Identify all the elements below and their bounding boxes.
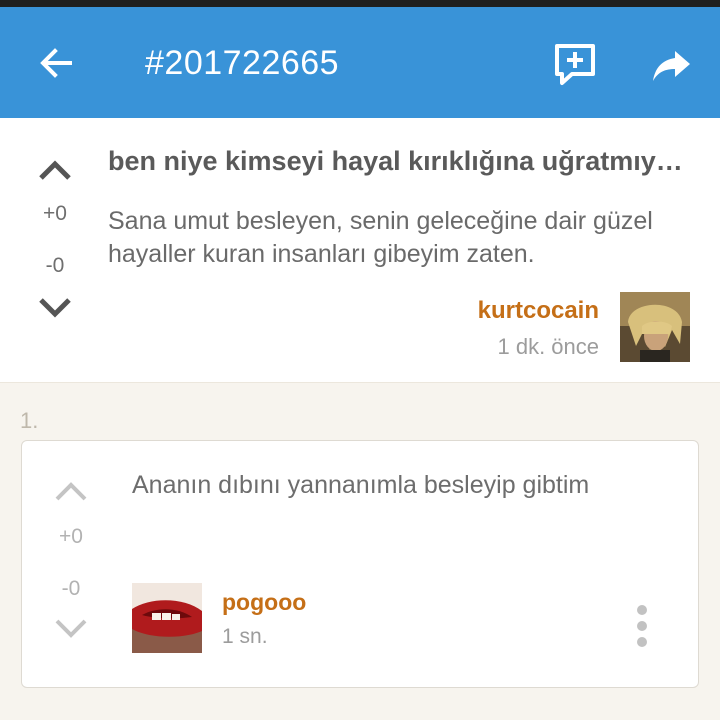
entry-title[interactable]: ben niye kimseyi hayal kırıklığına uğrat… xyxy=(108,146,698,177)
entry-time: 1 dk. önce xyxy=(497,334,599,359)
reply-text: Ananın dıbını yannanımla besleyip gibtim xyxy=(132,471,590,499)
more-vertical-icon[interactable] xyxy=(634,605,650,649)
app-bar: #201722665 xyxy=(0,7,720,118)
downvote-count: -0 xyxy=(61,577,81,600)
more-dot xyxy=(637,621,647,631)
status-bar xyxy=(0,0,720,7)
entry-author[interactable]: kurtcocain xyxy=(478,297,599,325)
share-icon[interactable] xyxy=(650,43,694,87)
entry-vote-column: +0 -0 xyxy=(30,148,80,328)
upvote-count: +0 xyxy=(59,525,83,548)
arrow-left-icon[interactable] xyxy=(36,43,76,83)
upvote-count: +0 xyxy=(43,202,67,225)
more-dot xyxy=(637,637,647,647)
reply-avatar[interactable] xyxy=(132,583,202,653)
page-title: #201722665 xyxy=(145,44,340,82)
upvote-chevron-icon[interactable] xyxy=(54,479,88,503)
author-avatar[interactable] xyxy=(620,292,690,362)
downvote-chevron-icon[interactable] xyxy=(54,617,88,641)
reply-index: 1. xyxy=(20,408,39,433)
downvote-chevron-icon[interactable] xyxy=(38,296,72,320)
reply-author[interactable]: pogooo xyxy=(222,589,306,616)
downvote-count: -0 xyxy=(45,254,65,277)
add-comment-icon[interactable] xyxy=(552,41,598,87)
entry-body: Sana umut besleyen, senin geleceğine dai… xyxy=(108,207,653,268)
upvote-chevron-icon[interactable] xyxy=(38,158,72,182)
reply-vote-column: +0 -0 xyxy=(46,471,98,651)
more-dot xyxy=(637,605,647,615)
reply-card: +0 -0 Ananın dıbını yannanımla besleyip … xyxy=(21,440,699,688)
reply-time: 1 sn. xyxy=(222,625,268,648)
